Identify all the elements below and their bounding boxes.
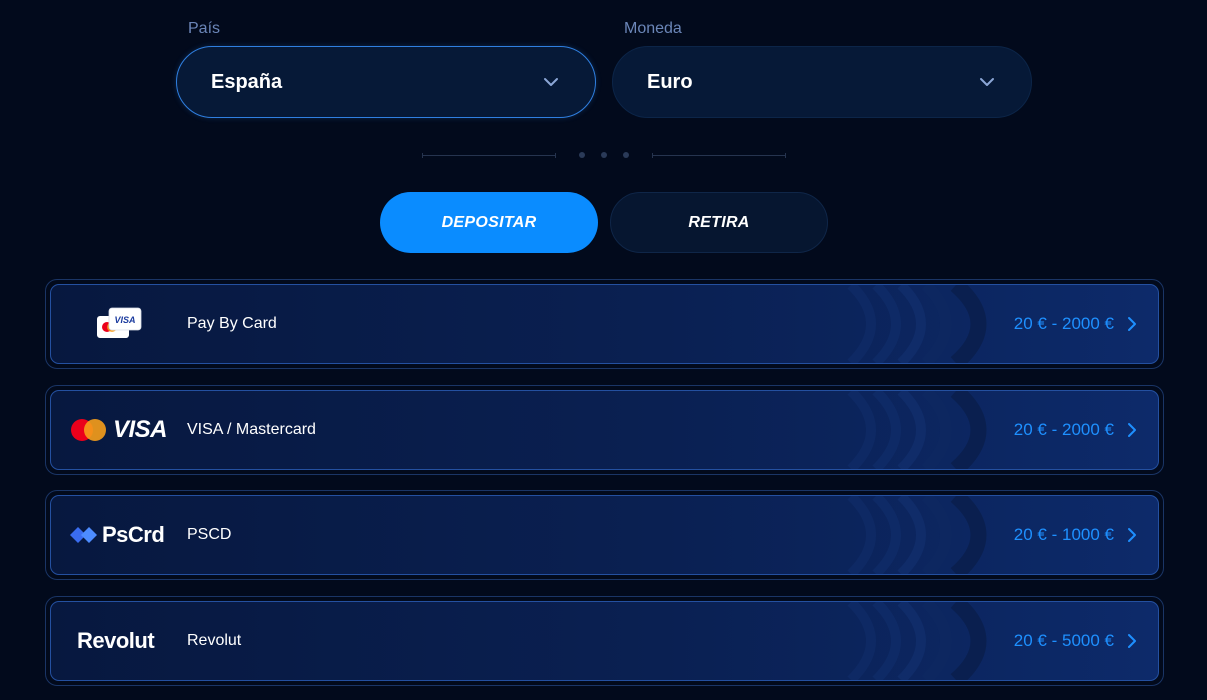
payment-method-revolut[interactable]: Revolut Revolut 20 € - 5000 € (45, 595, 1164, 686)
country-select[interactable]: España (176, 46, 596, 118)
chevron-right-icon (1128, 422, 1136, 437)
decorative-arcs (847, 285, 987, 363)
currency-value: Euro (647, 70, 693, 93)
chevron-right-icon (1128, 633, 1136, 648)
method-range: 20 € - 2000 € (1013, 419, 1114, 439)
method-range: 20 € - 1000 € (1013, 525, 1114, 544)
tab-deposit[interactable]: DEPOSITAR (380, 192, 598, 253)
visa-logo-text: VISA (113, 415, 168, 443)
method-name: VISA / Mastercard (187, 420, 316, 438)
payment-method-pay-by-card[interactable]: VISA Pay By Card 20 € - 2000 € (45, 279, 1164, 369)
pscrd-diamond-icon (70, 527, 97, 543)
chevron-down-icon (544, 78, 558, 86)
transaction-tabs: DEPOSITAR RETIRA (380, 192, 830, 254)
divider-dot (623, 152, 629, 158)
country-value: España (211, 70, 283, 93)
selectors-row: País España Moneda Euro (0, 0, 1207, 130)
divider-dot (579, 152, 585, 158)
country-field: País España (176, 18, 596, 118)
method-range: 20 € - 2000 € (1013, 314, 1114, 333)
logo-area: VISA (51, 391, 187, 469)
currency-select[interactable]: Euro (612, 46, 1032, 118)
payment-method-card: VISA VISA / Mastercard 20 € - 2000 € (50, 389, 1159, 470)
payment-method-card: VISA Pay By Card 20 € - 2000 € (50, 284, 1159, 364)
logo-area: VISA (51, 285, 187, 363)
card-stack-icon: VISA (97, 307, 142, 338)
pscrd-logo-text: PsCrd (102, 522, 165, 547)
method-range: 20 € - 5000 € (1013, 630, 1114, 650)
divider-dot (601, 152, 607, 158)
tab-withdraw[interactable]: RETIRA (610, 192, 828, 253)
country-label: País (188, 20, 221, 37)
method-name: Revolut (187, 631, 242, 649)
chevron-right-icon (1128, 317, 1136, 331)
payment-method-card: Revolut Revolut 20 € - 5000 € (50, 600, 1159, 681)
decorative-arcs (847, 390, 987, 469)
method-name: PSCD (187, 526, 232, 543)
payment-methods-list: VISA Pay By Card 20 € - 2000 € VISA VISA… (45, 279, 1164, 686)
logo-area: PsCrd (51, 496, 187, 574)
payment-method-pscd[interactable]: PsCrd PSCD 20 € - 1000 € (45, 490, 1164, 580)
payment-method-visa-mastercard[interactable]: VISA VISA / Mastercard 20 € - 2000 € (45, 384, 1164, 475)
card-visa-text: VISA (114, 315, 135, 325)
chevron-down-icon (980, 78, 994, 86)
payment-method-card: PsCrd PSCD 20 € - 1000 € (50, 495, 1159, 575)
chevron-right-icon (1128, 528, 1136, 542)
logo-area: Revolut (51, 602, 187, 680)
currency-field: Moneda Euro (612, 18, 1032, 118)
decorative-arcs (847, 601, 987, 680)
mastercard-icon (71, 418, 106, 441)
divider-line-left (422, 153, 556, 158)
divider-line-right (652, 153, 786, 158)
revolut-logo-text: Revolut (77, 627, 155, 653)
section-divider (422, 148, 786, 162)
decorative-arcs (847, 496, 987, 574)
method-name: Pay By Card (187, 315, 277, 332)
currency-label: Moneda (624, 20, 682, 37)
